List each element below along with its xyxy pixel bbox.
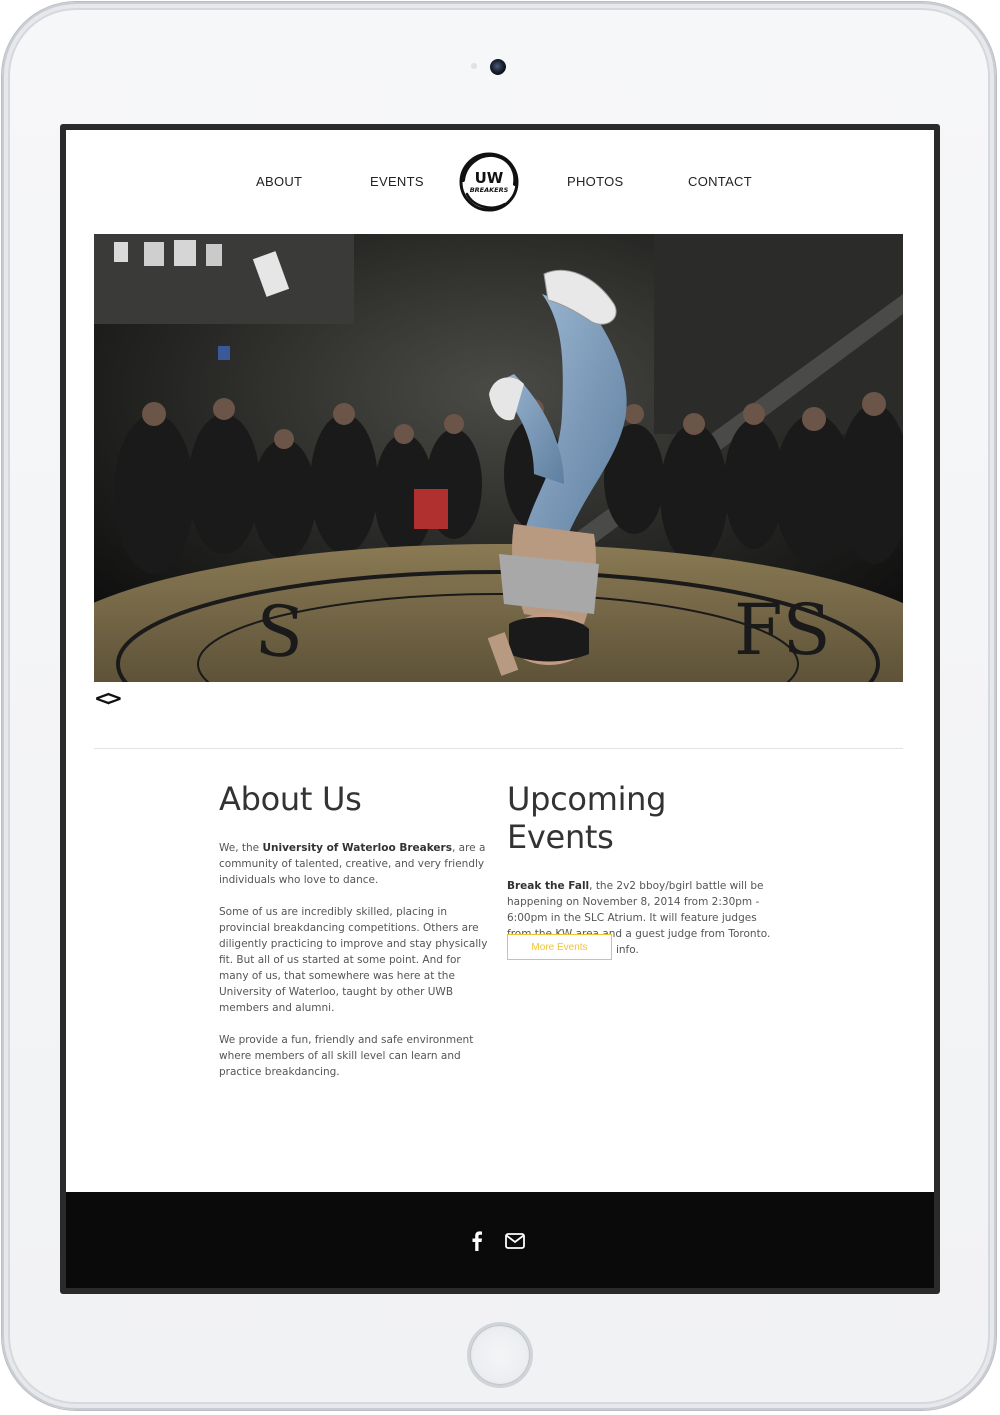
home-button[interactable] [470, 1325, 530, 1385]
web-page: ABOUT EVENTS UW BREAKERS PHOTOS CONTACT [66, 130, 934, 1288]
nav-photos[interactable]: PHOTOS [567, 174, 623, 189]
uw-breakers-logo[interactable]: UW BREAKERS [457, 150, 521, 214]
nav-events[interactable]: EVENTS [370, 174, 424, 189]
about-paragraph-2: Some of us are incredibly skilled, placi… [219, 906, 488, 1014]
events-title: Upcoming Events [507, 780, 667, 856]
about-section: About Us We, the University of Waterloo … [219, 780, 489, 1080]
about-paragraph-3: We provide a fun, friendly and safe envi… [219, 1034, 474, 1078]
logo-text-bottom: BREAKERS [470, 186, 509, 194]
section-divider [94, 748, 903, 749]
slider-arrows: < > [94, 686, 123, 710]
top-navigation: ABOUT EVENTS UW BREAKERS PHOTOS CONTACT [66, 130, 934, 234]
tablet-camera [490, 59, 506, 75]
more-events-button[interactable]: More Events [507, 934, 612, 960]
logo-text-top: UW [475, 169, 504, 187]
nav-about[interactable]: ABOUT [256, 174, 302, 189]
events-section: Upcoming Events Break the Fall, the 2v2 … [507, 780, 782, 958]
svg-text:S: S [253, 589, 307, 674]
nav-contact[interactable]: CONTACT [688, 174, 752, 189]
email-icon[interactable] [504, 1230, 526, 1252]
facebook-icon[interactable] [466, 1230, 488, 1252]
svg-text:FS: FS [734, 589, 831, 671]
slider-prev-button[interactable]: < [94, 686, 111, 710]
tablet-sensor [471, 63, 477, 69]
about-paragraph-1: We, the University of Waterloo Breakers,… [219, 842, 486, 886]
slider-next-button[interactable]: > [106, 686, 123, 710]
footer [66, 1192, 934, 1288]
hero-photo: S FS [94, 234, 903, 682]
about-title: About Us [219, 780, 362, 818]
hero-image-breakdancer: S FS [94, 234, 903, 682]
